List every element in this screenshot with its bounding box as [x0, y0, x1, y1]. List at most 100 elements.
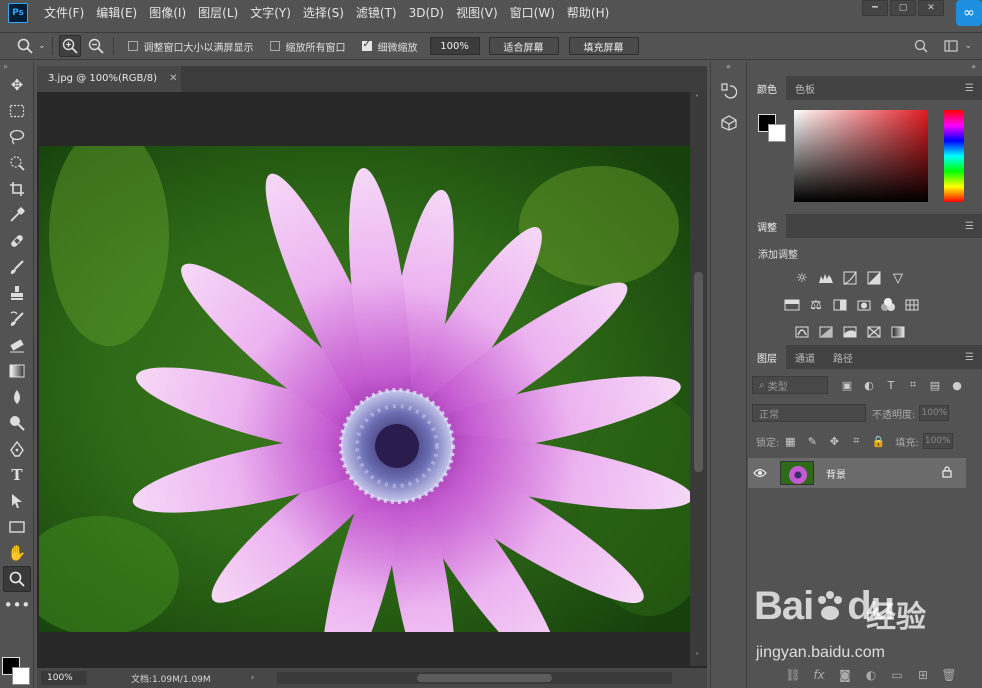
healing-brush-tool-icon[interactable] [0, 228, 34, 254]
blend-mode-select[interactable]: 正常 [752, 404, 866, 422]
scroll-up-icon[interactable]: ˄ [695, 94, 699, 103]
collapse-icon[interactable]: » [748, 62, 982, 74]
scrollbar-thumb[interactable] [417, 674, 552, 682]
lock-pixels-icon[interactable]: ✎ [801, 432, 823, 450]
black-white-icon[interactable] [828, 295, 852, 315]
zoom-level-field[interactable]: 100% [41, 671, 87, 685]
lock-position-icon[interactable]: ✥ [823, 432, 845, 450]
panel-menu-icon[interactable]: ☰ [965, 83, 974, 94]
move-tool-icon[interactable]: ✥ [0, 72, 34, 98]
checkbox-box[interactable] [127, 41, 138, 51]
close-icon[interactable]: ✕ [169, 73, 177, 84]
layer-kind-filter[interactable]: ⌕ 类型 [752, 376, 828, 394]
chevron-down-icon[interactable]: ⌄ [38, 41, 46, 51]
quick-selection-tool-icon[interactable] [0, 150, 34, 176]
menu-edit[interactable]: 编辑(E) [90, 0, 143, 26]
zoom-value-field[interactable]: 100% [429, 37, 480, 55]
tab-adjustments[interactable]: 调整 [748, 214, 786, 238]
menu-type[interactable]: 文字(Y) [244, 0, 297, 26]
close-icon[interactable]: ✕ [918, 0, 944, 16]
dodge-tool-icon[interactable] [0, 410, 34, 436]
channel-mixer-icon[interactable] [876, 295, 900, 315]
eraser-tool-icon[interactable] [0, 332, 34, 358]
horizontal-scrollbar[interactable] [277, 672, 672, 684]
gradient-map-icon[interactable] [886, 322, 910, 342]
filter-shape-icon[interactable]: ⌗ [902, 376, 924, 394]
lock-transparent-icon[interactable]: ▦ [779, 432, 801, 450]
exposure-icon[interactable] [862, 268, 886, 288]
document-tab[interactable]: 3.jpg @ 100%(RGB/8) ✕ [37, 66, 181, 92]
blur-tool-icon[interactable] [0, 384, 34, 410]
filter-type-icon[interactable]: T [880, 376, 902, 394]
vibrance-icon[interactable]: ▽ [886, 268, 910, 288]
scrollbar-thumb[interactable] [694, 272, 703, 472]
fit-window-checkbox[interactable]: 调整窗口大小以满屏显示 [127, 39, 254, 54]
tab-color[interactable]: 颜色 [748, 76, 786, 100]
menu-view[interactable]: 视图(V) [450, 0, 504, 26]
zoom-all-checkbox[interactable]: 缩放所有窗口 [269, 39, 346, 54]
selective-color-icon[interactable] [862, 322, 886, 342]
search-icon[interactable] [910, 35, 932, 57]
photo-filter-icon[interactable] [852, 295, 876, 315]
crop-tool-icon[interactable] [0, 176, 34, 202]
collapse-icon[interactable]: « [711, 62, 746, 72]
menu-filter[interactable]: 滤镜(T) [350, 0, 403, 26]
menu-3d[interactable]: 3D(D) [403, 0, 450, 26]
scrubby-zoom-checkbox[interactable]: 细微缩放 [361, 39, 418, 54]
history-panel-icon[interactable] [716, 78, 742, 104]
fit-screen-button[interactable]: 适合屏幕 [488, 37, 559, 55]
zoom-out-icon[interactable] [85, 35, 107, 57]
stamp-tool-icon[interactable] [0, 280, 34, 306]
fill-screen-button[interactable]: 填充屏幕 [568, 37, 639, 55]
invert-icon[interactable] [790, 322, 814, 342]
levels-icon[interactable] [814, 268, 838, 288]
collapse-icon[interactable]: » [0, 62, 33, 72]
history-brush-tool-icon[interactable] [0, 306, 34, 332]
lock-artboard-icon[interactable]: ⌗ [845, 432, 867, 450]
checkbox-box[interactable] [269, 41, 280, 51]
filter-toggle-icon[interactable]: ● [946, 376, 968, 394]
workspace-icon[interactable] [940, 35, 962, 57]
chevron-down-icon[interactable]: ⌄ [964, 41, 972, 51]
more-tools-icon[interactable]: ••• [0, 592, 34, 618]
cloud-icon[interactable]: ∞ [956, 0, 982, 26]
3d-panel-icon[interactable] [716, 110, 742, 136]
vertical-scrollbar[interactable]: ˄ ˅ [690, 92, 707, 666]
gradient-tool-icon[interactable] [0, 358, 34, 384]
hue-saturation-icon[interactable] [780, 295, 804, 315]
pen-tool-icon[interactable] [0, 436, 34, 462]
maximize-icon[interactable]: ▢ [890, 0, 916, 16]
eye-icon[interactable] [748, 468, 772, 478]
brightness-contrast-icon[interactable]: ☼ [790, 268, 814, 288]
background-color-swatch[interactable] [12, 667, 30, 685]
threshold-icon[interactable] [838, 322, 862, 342]
color-picker-field[interactable] [794, 110, 928, 202]
tab-paths[interactable]: 路径 [824, 345, 862, 369]
menu-file[interactable]: 文件(F) [38, 0, 90, 26]
minimize-icon[interactable]: ━ [862, 0, 888, 16]
scroll-down-icon[interactable]: ˅ [695, 652, 699, 661]
filter-smart-object-icon[interactable]: ▤ [924, 376, 946, 394]
color-swatches[interactable] [2, 657, 32, 685]
color-lookup-icon[interactable] [900, 295, 924, 315]
menu-layer[interactable]: 图层(L) [192, 0, 244, 26]
menu-select[interactable]: 选择(S) [297, 0, 350, 26]
menu-help[interactable]: 帮助(H) [561, 0, 615, 26]
tab-layers[interactable]: 图层 [748, 345, 786, 369]
filter-pixel-icon[interactable]: ▣ [836, 376, 858, 394]
tab-swatches[interactable]: 色板 [786, 76, 824, 100]
type-tool-icon[interactable]: T [0, 462, 34, 488]
posterize-icon[interactable] [814, 322, 838, 342]
menu-image[interactable]: 图像(I) [143, 0, 192, 26]
path-selection-tool-icon[interactable] [0, 488, 34, 514]
zoom-in-icon[interactable] [58, 35, 81, 57]
hue-slider[interactable] [944, 110, 964, 202]
zoom-tool-icon[interactable] [14, 35, 36, 57]
canvas-image[interactable] [39, 146, 690, 632]
filter-adjustment-icon[interactable]: ◐ [858, 376, 880, 394]
zoom-tool-active-icon[interactable] [3, 566, 31, 592]
eyedropper-tool-icon[interactable] [0, 202, 34, 228]
status-menu-icon[interactable]: › [251, 673, 255, 683]
curves-icon[interactable] [838, 268, 862, 288]
menu-window[interactable]: 窗口(W) [504, 0, 561, 26]
